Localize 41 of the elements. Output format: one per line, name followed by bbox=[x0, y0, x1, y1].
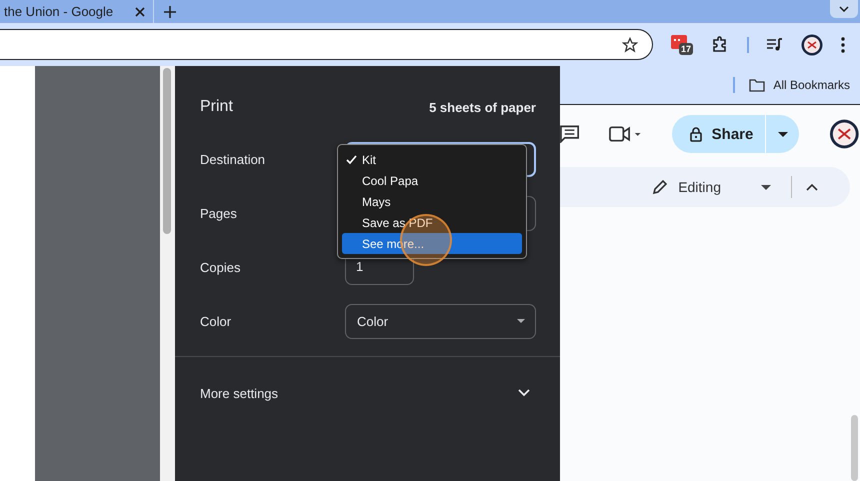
collapse-icon[interactable] bbox=[806, 183, 818, 191]
menu-item[interactable]: Kit bbox=[342, 149, 522, 170]
address-bar[interactable] bbox=[0, 29, 653, 60]
setting-label: Pages bbox=[200, 206, 238, 220]
folder-icon bbox=[749, 78, 766, 92]
video-call-icon[interactable] bbox=[609, 125, 642, 143]
bookmark-star-icon[interactable] bbox=[622, 36, 638, 52]
scrollbar[interactable] bbox=[851, 415, 858, 481]
select-field[interactable]: Color bbox=[345, 304, 536, 338]
close-icon[interactable] bbox=[135, 6, 146, 16]
caret-icon bbox=[517, 319, 525, 323]
profile-avatar-icon[interactable] bbox=[801, 34, 823, 56]
chevron-down-icon bbox=[518, 389, 530, 397]
menu-item[interactable]: Save as PDF bbox=[342, 212, 522, 233]
caret-icon bbox=[778, 132, 788, 136]
more-menu-icon[interactable] bbox=[841, 36, 845, 52]
sheet-count: 5 sheets of paper bbox=[429, 100, 536, 114]
pencil-icon bbox=[652, 179, 668, 195]
setting-label: Color bbox=[200, 314, 232, 328]
calendar-badge: 17 bbox=[679, 42, 694, 54]
dialog-title: Print bbox=[200, 98, 233, 116]
chevron-down-icon bbox=[839, 6, 849, 12]
scrollbar-thumb[interactable] bbox=[163, 68, 171, 234]
bookmarks-folder[interactable]: All Bookmarks bbox=[749, 78, 850, 92]
setting-label: Copies bbox=[200, 260, 242, 274]
tab-title: the Union - Google bbox=[4, 4, 114, 19]
checkmark-icon bbox=[346, 154, 357, 164]
lock-icon bbox=[690, 126, 702, 142]
share-options-button[interactable] bbox=[766, 115, 800, 153]
more-settings-toggle[interactable]: More settings bbox=[175, 357, 560, 429]
tab-search-button[interactable] bbox=[830, 0, 858, 18]
account-avatar-icon[interactable] bbox=[829, 118, 860, 150]
share-button[interactable]: Share bbox=[672, 115, 766, 153]
puzzle-icon[interactable] bbox=[711, 36, 729, 54]
new-tab-icon[interactable] bbox=[164, 6, 176, 18]
menu-item[interactable]: Mays bbox=[342, 191, 522, 212]
setting-label: Destination bbox=[200, 152, 266, 166]
media-queue-icon[interactable] bbox=[767, 38, 783, 52]
comments-icon[interactable] bbox=[560, 125, 580, 143]
caret-icon bbox=[761, 184, 771, 190]
menu-item[interactable]: Cool Papa bbox=[342, 170, 522, 191]
